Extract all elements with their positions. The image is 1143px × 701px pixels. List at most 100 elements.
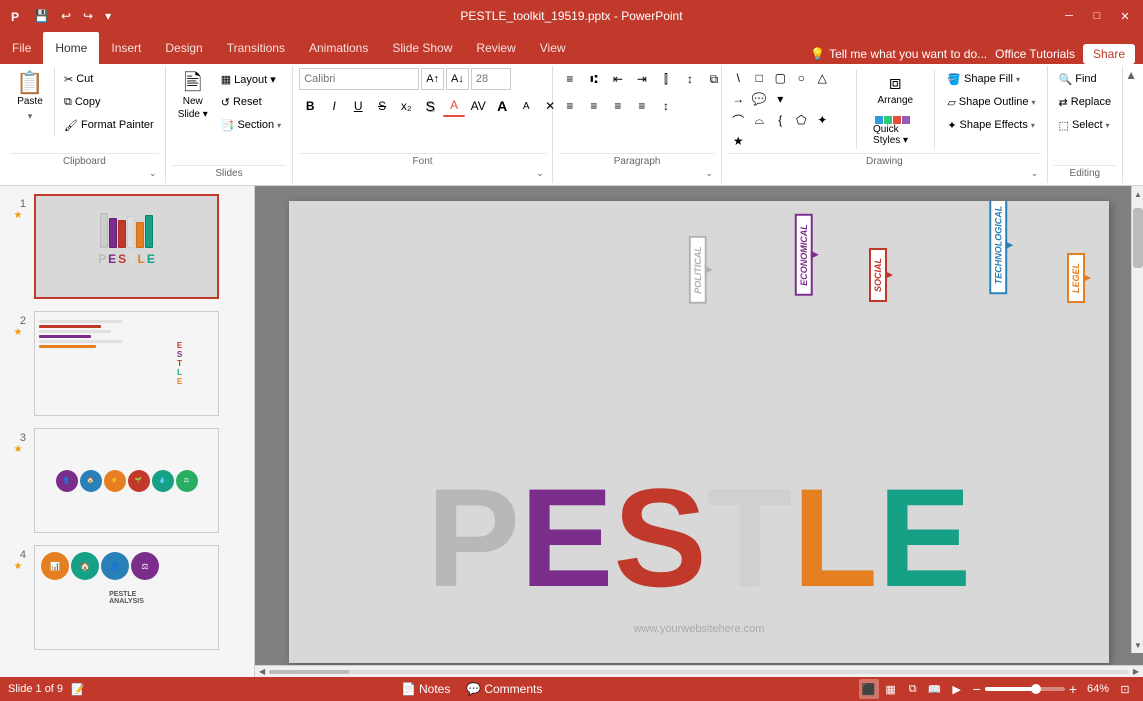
shape-arc[interactable]: ⌓ bbox=[749, 110, 769, 130]
shape-brace[interactable]: { bbox=[770, 110, 790, 130]
shape-pentagon[interactable]: ⬠ bbox=[791, 110, 811, 130]
align-right-btn[interactable]: ≡ bbox=[607, 95, 629, 117]
hscroll-track[interactable] bbox=[269, 670, 1129, 674]
layout-button[interactable]: ▦ Layout ▾ bbox=[216, 68, 286, 90]
shape-rounded-rect[interactable]: ▢ bbox=[770, 68, 790, 88]
redo-quick-btn[interactable]: ↪ bbox=[79, 7, 97, 25]
slideshow-view-btn[interactable]: ▶ bbox=[947, 679, 967, 699]
paste-dropdown[interactable]: ▾ bbox=[28, 111, 33, 122]
shape-freeform[interactable]: ⌒ bbox=[728, 110, 748, 130]
restore-btn[interactable]: □ bbox=[1087, 6, 1107, 26]
shadow-button[interactable]: S bbox=[419, 95, 441, 117]
canvas-scroll-down[interactable]: ▼ bbox=[1132, 637, 1143, 653]
fit-slide-btn[interactable]: ⊡ bbox=[1115, 679, 1135, 699]
shape-more[interactable]: ▾ bbox=[770, 89, 790, 109]
zoom-in-btn[interactable]: + bbox=[1069, 681, 1077, 697]
zoom-out-btn[interactable]: − bbox=[973, 681, 981, 697]
hscroll-thumb[interactable] bbox=[269, 670, 349, 674]
tell-me-btn[interactable]: 💡 Tell me what you want to do... bbox=[810, 47, 987, 61]
tab-transitions[interactable]: Transitions bbox=[215, 32, 297, 64]
shape-oval[interactable]: ○ bbox=[791, 68, 811, 88]
paragraph-expand[interactable]: ⌄ bbox=[703, 167, 715, 179]
align-left-btn[interactable]: ≡ bbox=[559, 95, 581, 117]
canvas-scroll-up[interactable]: ▲ bbox=[1132, 186, 1143, 202]
undo-quick-btn[interactable]: ↩ bbox=[57, 7, 75, 25]
font-shrink-btn[interactable]: A↓ bbox=[446, 68, 469, 90]
ribbon-collapse-btn[interactable]: ▲ bbox=[1123, 66, 1139, 84]
canvas-scroll-track[interactable] bbox=[1132, 202, 1143, 637]
cut-button[interactable]: ✂ Cut bbox=[59, 68, 159, 90]
office-tutorials-btn[interactable]: Office Tutorials bbox=[995, 47, 1075, 61]
font-family-input[interactable] bbox=[299, 68, 419, 90]
justify-btn[interactable]: ≡ bbox=[631, 95, 653, 117]
char-spacing-btn[interactable]: AV bbox=[467, 95, 489, 117]
numbering-btn[interactable]: ⑆ bbox=[583, 68, 605, 90]
font-size-down-btn[interactable]: A bbox=[515, 95, 537, 117]
bullets-btn[interactable]: ≡ bbox=[559, 68, 581, 90]
save-quick-btn[interactable]: 💾 bbox=[30, 7, 53, 25]
line-spacing-btn[interactable]: ↕ bbox=[655, 95, 677, 117]
replace-button[interactable]: ⇄ Replace bbox=[1054, 91, 1117, 113]
notes-btn[interactable]: 📄 Notes bbox=[397, 680, 454, 698]
increase-indent-btn[interactable]: ⇥ bbox=[631, 68, 653, 90]
shape-star4[interactable]: ✦ bbox=[812, 110, 832, 130]
tab-file[interactable]: File bbox=[0, 32, 43, 64]
align-center-btn[interactable]: ≡ bbox=[583, 95, 605, 117]
shape-rect[interactable]: □ bbox=[749, 68, 769, 88]
slide-thumb-1[interactable]: 1 ★ P bbox=[4, 190, 250, 303]
shape-fill-button[interactable]: 🪣 Shape Fill ▾ bbox=[942, 68, 1040, 90]
font-color-btn[interactable]: A bbox=[443, 95, 465, 117]
hscroll-right[interactable]: ▶ bbox=[1133, 667, 1139, 676]
clipboard-expand[interactable]: ⌄ bbox=[147, 167, 159, 179]
hscroll-left[interactable]: ◀ bbox=[259, 667, 265, 676]
slide-sorter-btn[interactable]: ⧉ bbox=[903, 679, 923, 699]
zoom-thumb[interactable] bbox=[1031, 684, 1041, 694]
reset-button[interactable]: ↺ Reset bbox=[216, 91, 286, 113]
zoom-track[interactable] bbox=[985, 687, 1065, 691]
tab-animations[interactable]: Animations bbox=[297, 32, 380, 64]
copy-button[interactable]: ⧉ Copy bbox=[59, 91, 159, 113]
tab-review[interactable]: Review bbox=[464, 32, 527, 64]
shape-line[interactable]: \ bbox=[728, 68, 748, 88]
decrease-indent-btn[interactable]: ⇤ bbox=[607, 68, 629, 90]
quick-styles-button[interactable]: Quick Styles ▾ bbox=[865, 112, 926, 150]
shape-star[interactable]: ★ bbox=[728, 131, 748, 151]
tab-insert[interactable]: Insert bbox=[99, 32, 153, 64]
tab-design[interactable]: Design bbox=[153, 32, 214, 64]
format-painter-button[interactable]: 🖌 Format Painter bbox=[59, 114, 159, 136]
font-expand[interactable]: ⌄ bbox=[534, 167, 546, 179]
customize-quick-btn[interactable]: ▾ bbox=[101, 7, 115, 25]
tab-home[interactable]: Home bbox=[43, 32, 99, 64]
shape-outline-button[interactable]: ▱ Shape Outline ▾ bbox=[942, 91, 1040, 113]
font-size-up-btn[interactable]: A bbox=[491, 95, 513, 117]
strikethrough-button[interactable]: S bbox=[371, 95, 393, 117]
tab-slide-show[interactable]: Slide Show bbox=[380, 32, 464, 64]
slide-thumb-2[interactable]: 2 ★ E bbox=[4, 307, 250, 420]
canvas-scroll-thumb[interactable] bbox=[1133, 208, 1143, 268]
new-slide-button[interactable]: 🖹 New Slide ▾ bbox=[172, 68, 214, 124]
text-direction-btn[interactable]: ↕ bbox=[679, 68, 701, 90]
slide-thumb-3[interactable]: 3 ★ 👤 🏠 ⚡ 🌱 💧 ⚖ bbox=[4, 424, 250, 537]
select-button[interactable]: ⬚ Select ▾ bbox=[1054, 114, 1117, 136]
shape-effects-button[interactable]: ✦ Shape Effects ▾ bbox=[942, 114, 1040, 136]
zoom-level[interactable]: 64% bbox=[1081, 683, 1109, 695]
find-button[interactable]: 🔍 Find bbox=[1054, 68, 1117, 90]
underline-button[interactable]: U bbox=[347, 95, 369, 117]
shape-triangle[interactable]: △ bbox=[812, 68, 832, 88]
comments-btn[interactable]: 💬 Comments bbox=[462, 680, 546, 698]
shape-right-arrow[interactable]: → bbox=[728, 89, 748, 109]
drawing-expand[interactable]: ⌄ bbox=[1029, 167, 1041, 179]
share-button[interactable]: Share bbox=[1083, 44, 1135, 64]
outline-view-btn[interactable]: ▦ bbox=[881, 679, 901, 699]
shape-callout[interactable]: 💬 bbox=[749, 89, 769, 109]
section-button[interactable]: 📑 Section ▾ bbox=[216, 114, 286, 136]
italic-button[interactable]: I bbox=[323, 95, 345, 117]
paste-button[interactable]: 📋 Paste bbox=[10, 68, 50, 111]
subscript-button[interactable]: x₂ bbox=[395, 95, 417, 117]
normal-view-btn[interactable]: ⬛ bbox=[859, 679, 879, 699]
font-size-input[interactable] bbox=[471, 68, 511, 90]
font-grow-btn[interactable]: A↑ bbox=[421, 68, 444, 90]
reading-view-btn[interactable]: 📖 bbox=[925, 679, 945, 699]
arrange-button[interactable]: ⧈ Arrange bbox=[865, 68, 926, 110]
minimize-btn[interactable]: ─ bbox=[1059, 6, 1079, 26]
